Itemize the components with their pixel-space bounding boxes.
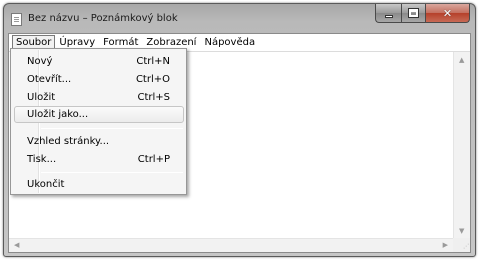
menu-item-vzhled-stranky[interactable]: Vzhled stránky...: [14, 133, 184, 150]
menu-item-novy[interactable]: Nový Ctrl+N: [14, 53, 184, 70]
menu-item-ulozit-jako[interactable]: Uložit jako...: [14, 106, 184, 123]
menu-item-tisk[interactable]: Tisk... Ctrl+P: [14, 151, 184, 168]
size-grip[interactable]: ⋰: [453, 238, 470, 252]
menu-separator: [41, 128, 183, 129]
vertical-scrollbar[interactable]: ▲ ▼: [453, 52, 470, 239]
maximize-icon: [408, 8, 419, 18]
menu-item-shortcut: Ctrl+S: [137, 92, 170, 103]
menu-item-label: Vzhled stránky...: [27, 136, 110, 147]
menu-item-label: Nový: [27, 56, 53, 67]
maximize-button[interactable]: [401, 4, 426, 23]
menu-napoveda[interactable]: Nápověda: [200, 35, 259, 51]
caption-buttons: ✕: [375, 4, 470, 23]
menu-item-label: Ukončit: [27, 179, 65, 190]
scroll-down-icon[interactable]: ▼: [459, 227, 464, 235]
size-grip-icon: ⋰: [463, 243, 469, 250]
menu-item-shortcut: Ctrl+O: [135, 74, 170, 85]
menu-separator: [41, 172, 183, 173]
menu-item-shortcut: Ctrl+N: [136, 56, 170, 67]
menu-item-label: Otevřít...: [27, 74, 72, 85]
close-icon: ✕: [442, 6, 453, 20]
minimize-icon: [384, 14, 393, 18]
scroll-right-icon[interactable]: ▶: [443, 241, 448, 249]
menu-item-label: Uložit jako...: [27, 109, 89, 120]
file-menu-dropdown: Nový Ctrl+N Otevřít... Ctrl+O Uložit Ctr…: [10, 48, 187, 195]
minimize-button[interactable]: [375, 4, 401, 23]
scroll-left-icon[interactable]: ◀: [14, 241, 19, 249]
scroll-up-icon[interactable]: ▲: [459, 56, 464, 64]
title-bar[interactable]: Bez názvu – Poznámkový blok ✕: [4, 4, 475, 33]
horizontal-scrollbar[interactable]: ◀ ▶: [9, 238, 453, 252]
menu-item-otevrit[interactable]: Otevřít... Ctrl+O: [14, 71, 184, 88]
notepad-icon[interactable]: [11, 13, 22, 26]
menu-item-shortcut: Ctrl+P: [137, 154, 170, 165]
menu-item-ukoncit[interactable]: Ukončit: [14, 176, 184, 193]
menu-item-ulozit[interactable]: Uložit Ctrl+S: [14, 89, 184, 106]
menu-item-label: Tisk...: [27, 154, 57, 165]
window-title: Bez názvu – Poznámkový blok: [28, 13, 178, 24]
close-button[interactable]: ✕: [426, 4, 470, 23]
menu-item-label: Uložit: [27, 92, 56, 103]
